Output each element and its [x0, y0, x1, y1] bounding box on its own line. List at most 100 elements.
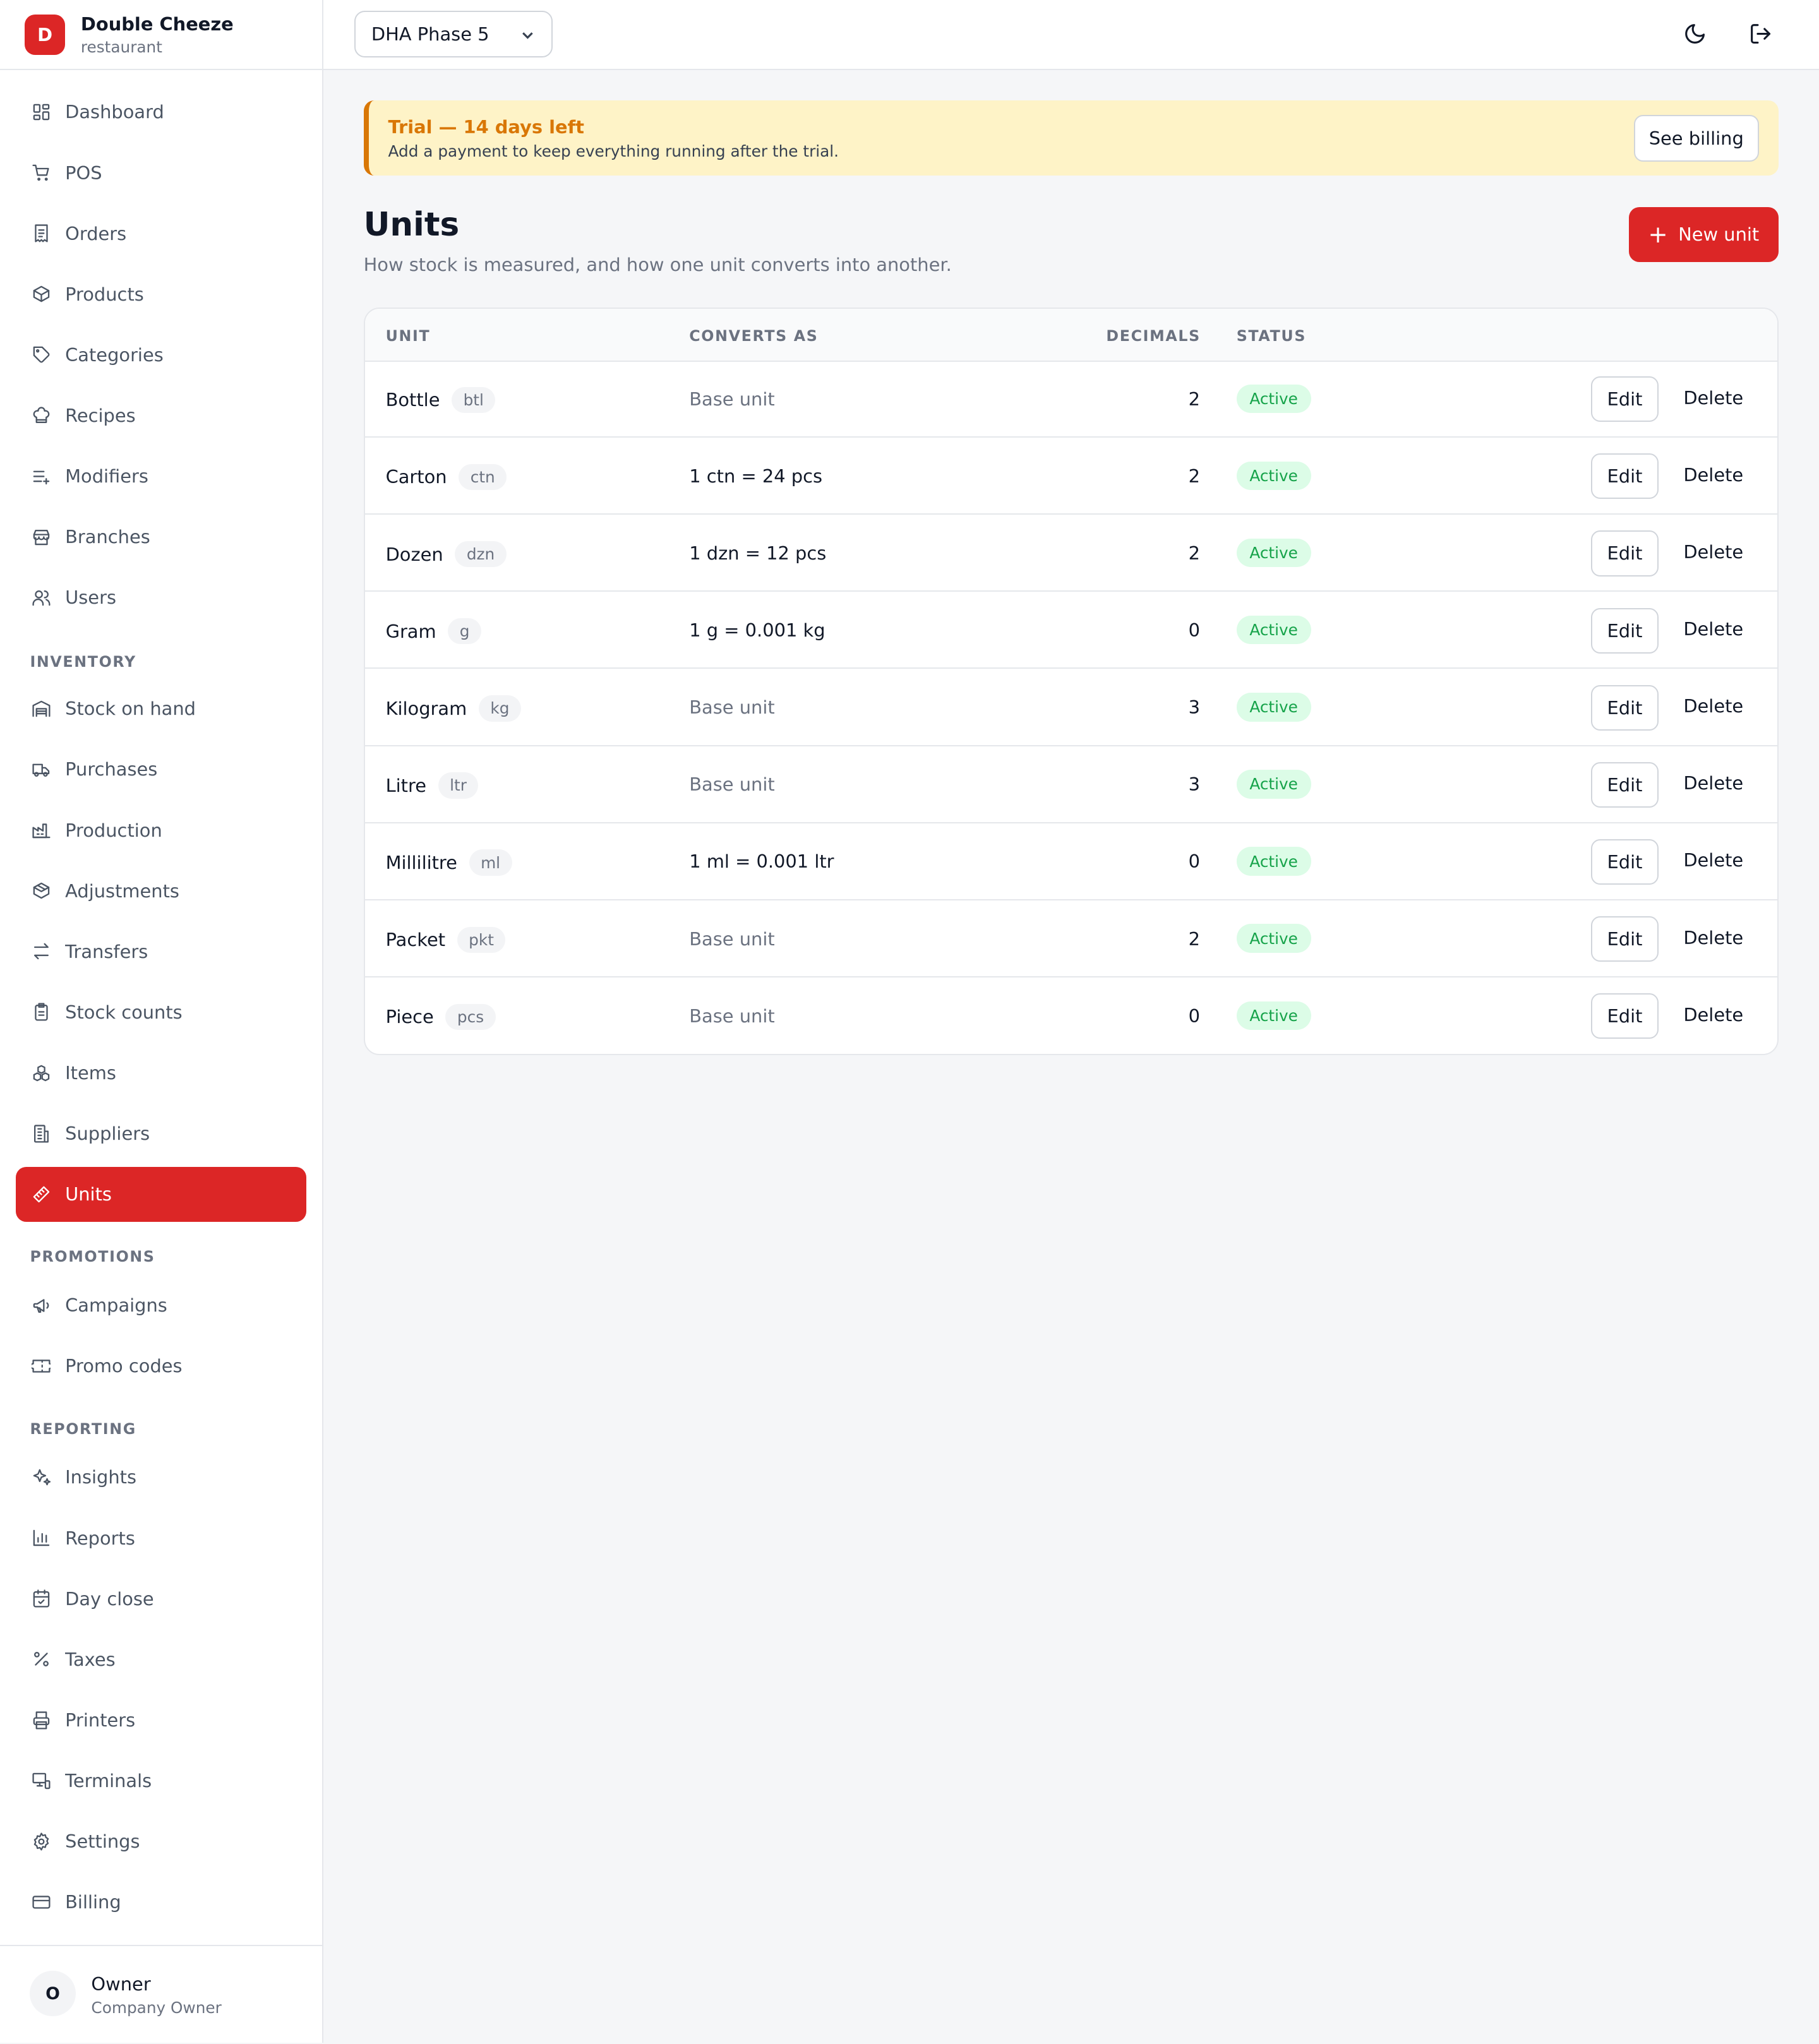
table-row: Dozen dzn 1 dzn = 12 pcs 2 Active Edit Delete: [364, 515, 1777, 592]
sidebar-item-label: Recipes: [65, 405, 136, 427]
unit-name: Carton: [385, 466, 447, 488]
ruler-icon: [33, 1186, 49, 1203]
user-profile[interactable]: O Owner Company Owner: [0, 1945, 322, 2044]
unit-abbreviation: kg: [478, 695, 521, 722]
edit-button[interactable]: Edit: [1590, 607, 1659, 654]
sidebar-item-billing[interactable]: Billing: [16, 1875, 306, 1930]
plus-icon: +: [1648, 220, 1668, 248]
sidebar-item-label: Production: [65, 819, 162, 841]
tag-icon: [33, 347, 49, 363]
sidebar-item-campaigns[interactable]: Campaigns: [16, 1278, 306, 1333]
sidebar-item-suppliers[interactable]: Suppliers: [16, 1106, 306, 1161]
trial-banner: Trial — 14 days left Add a payment to ke…: [363, 100, 1779, 176]
users-icon: [32, 590, 51, 606]
unit-decimals: 2: [1188, 542, 1200, 564]
delete-button[interactable]: Delete: [1683, 849, 1743, 871]
unit-decimals: 3: [1188, 774, 1200, 796]
sidebar-item-label: Categories: [65, 344, 164, 366]
edit-button[interactable]: Edit: [1590, 684, 1659, 731]
sidebar-item-day-close[interactable]: Day close: [16, 1571, 306, 1626]
delete-button[interactable]: Delete: [1683, 695, 1743, 717]
sidebar-item-branches[interactable]: Branches: [16, 510, 306, 565]
sidebar-item-pos[interactable]: POS: [16, 145, 306, 200]
sidebar-item-stock-on-hand[interactable]: Stock on hand: [16, 681, 306, 736]
unit-abbreviation: pcs: [445, 1003, 496, 1031]
unit-name-cell: Piece pcs: [386, 1003, 496, 1031]
edit-button[interactable]: Edit: [1590, 916, 1659, 962]
sidebar-item-users[interactable]: Users: [16, 570, 306, 625]
box-icon: [33, 286, 49, 302]
edit-button[interactable]: Edit: [1590, 839, 1659, 885]
delete-button[interactable]: Delete: [1683, 772, 1743, 794]
credit-card-icon: [32, 1896, 51, 1909]
see-billing-button[interactable]: See billing: [1633, 114, 1759, 162]
unit-abbreviation: btl: [452, 386, 496, 413]
edit-button[interactable]: Edit: [1590, 762, 1659, 808]
table-row: Millilitre ml 1 ml = 0.001 ltr 0 Active Edit D…: [364, 823, 1777, 900]
topbar: DHA Phase 5: [323, 0, 1819, 71]
sidebar-item-recipes[interactable]: Recipes: [16, 388, 306, 443]
chef-hat-icon: [33, 407, 49, 423]
sidebar-item-printers[interactable]: Printers: [16, 1693, 306, 1748]
factory-icon: [32, 823, 51, 839]
edit-button[interactable]: Edit: [1590, 453, 1659, 499]
sidebar-item-transfers[interactable]: Transfers: [16, 924, 306, 979]
sidebar-item-promo-codes[interactable]: Promo codes: [16, 1339, 306, 1394]
calendar-check-icon: [33, 1589, 49, 1608]
unit-decimals: 0: [1188, 851, 1200, 873]
sidebar-item-purchases[interactable]: Purchases: [16, 742, 306, 797]
edit-button[interactable]: Edit: [1590, 376, 1659, 422]
user-role: Company Owner: [91, 1998, 222, 2017]
moon-icon[interactable]: [1683, 22, 1707, 45]
delete-button[interactable]: Delete: [1683, 387, 1743, 409]
unit-conversion: 1 ctn = 24 pcs: [689, 465, 823, 487]
sidebar-item-reports[interactable]: Reports: [16, 1510, 306, 1565]
trial-banner-title: Trial — 14 days left: [388, 116, 584, 138]
unit-name: Dozen: [385, 543, 443, 565]
sidebar-item-items[interactable]: Items: [16, 1046, 306, 1101]
sidebar-item-modifiers[interactable]: Modifiers: [16, 449, 306, 504]
sidebar-item-taxes[interactable]: Taxes: [16, 1632, 306, 1687]
sidebar-item-label: Purchases: [65, 758, 158, 780]
sidebar-item-units[interactable]: Units: [15, 1167, 306, 1222]
sidebar-item-adjustments[interactable]: Adjustments: [16, 863, 306, 918]
sidebar-item-production[interactable]: Production: [16, 803, 306, 858]
table-row: Carton ctn 1 ctn = 24 pcs 2 Active Edit Delete: [364, 438, 1777, 515]
new-unit-button[interactable]: + New unit: [1628, 207, 1779, 262]
logout-icon[interactable]: [1749, 22, 1772, 45]
sidebar-item-orders[interactable]: Orders: [16, 206, 306, 261]
unit-name-cell: Carton ctn: [385, 463, 507, 491]
sidebar-item-categories[interactable]: Categories: [16, 328, 306, 383]
delete-button[interactable]: Delete: [1683, 927, 1743, 948]
table-row: Gram g 1 g = 0.001 kg 0 Active Edit Delete: [364, 592, 1777, 669]
unit-name-cell: Litre ltr: [386, 772, 479, 799]
unit-abbreviation: dzn: [455, 541, 507, 568]
user-name: Owner: [91, 1973, 151, 1995]
boxes-icon: [33, 1065, 49, 1081]
sidebar-item-terminals[interactable]: Terminals: [16, 1754, 306, 1808]
edit-button[interactable]: Edit: [1590, 993, 1659, 1039]
unit-abbreviation: g: [448, 618, 482, 645]
sidebar-item-label: Adjustments: [65, 880, 179, 902]
sidebar-item-products[interactable]: Products: [16, 267, 306, 322]
delete-button[interactable]: Delete: [1683, 464, 1743, 486]
delete-button[interactable]: Delete: [1683, 541, 1743, 563]
sidebar-item-stock-counts[interactable]: Stock counts: [16, 985, 306, 1040]
column-header-decimals: DECIMALS: [1106, 326, 1201, 345]
branch-select[interactable]: DHA Phase 5: [354, 10, 553, 57]
sidebar-item-label: Units: [65, 1183, 112, 1205]
brand-name: Double Cheeze: [80, 13, 234, 35]
sidebar-item-insights[interactable]: Insights: [16, 1450, 306, 1505]
delete-button[interactable]: Delete: [1683, 618, 1743, 640]
package-icon: [33, 882, 49, 899]
delete-button[interactable]: Delete: [1683, 1004, 1743, 1025]
unit-name-cell: Kilogram kg: [386, 695, 521, 722]
edit-button[interactable]: Edit: [1590, 530, 1659, 577]
cart-icon: [32, 164, 49, 181]
sidebar-item-label: Stock counts: [65, 1001, 183, 1023]
sidebar-item-dashboard[interactable]: Dashboard: [16, 85, 306, 140]
unit-name-cell: Gram g: [386, 618, 482, 645]
sidebar-item-settings[interactable]: Settings: [16, 1814, 306, 1869]
store-icon: [33, 529, 49, 546]
units-table: UNIT CONVERTS AS DECIMALS STATUS Bottle b…: [363, 307, 1779, 1056]
